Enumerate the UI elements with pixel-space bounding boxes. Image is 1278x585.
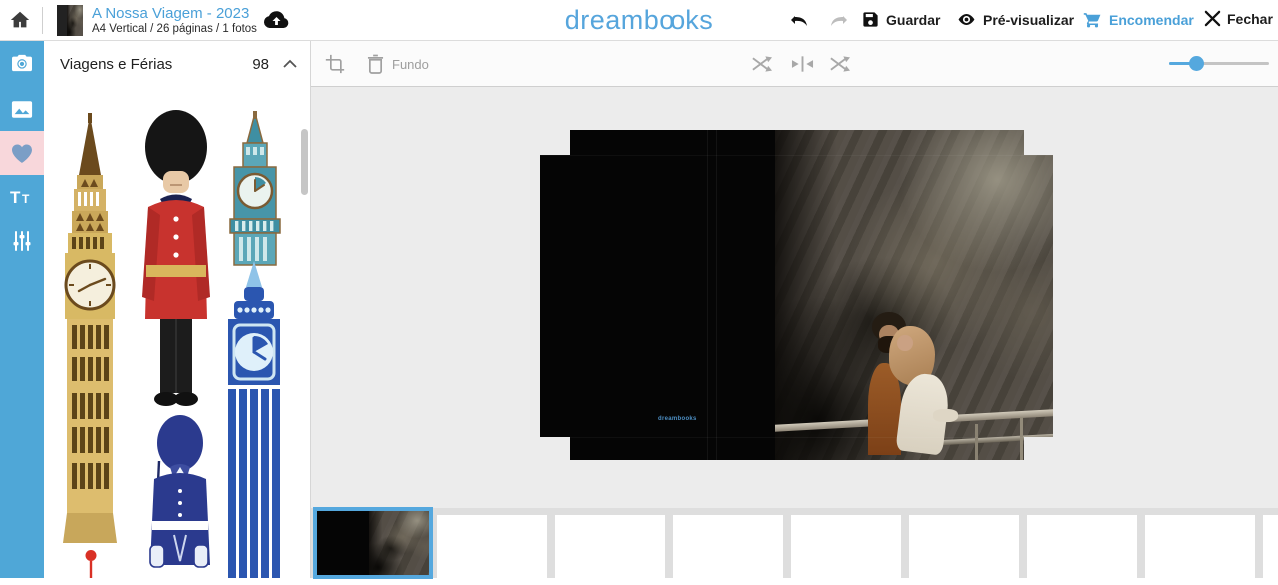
preview-button[interactable]: Pré-visualizar [956, 10, 1074, 29]
sticker-red-pin[interactable] [84, 549, 98, 578]
spine-guide [707, 130, 708, 460]
close-button[interactable]: Fechar [1204, 10, 1273, 27]
redo-button[interactable] [826, 9, 850, 31]
sticker-queens-guard-blue[interactable] [142, 415, 214, 578]
shuffle-icon [751, 54, 772, 74]
background-label: Fundo [392, 57, 429, 72]
page-thumbnail[interactable] [909, 515, 1019, 585]
editor-canvas[interactable]: dreambooks [311, 88, 1278, 508]
undo-button[interactable] [788, 9, 812, 31]
swap-horizontal-button[interactable] [791, 54, 814, 74]
eye-icon [956, 10, 977, 29]
shuffle-icon [829, 54, 850, 74]
dreambooks-editor: A Nossa Viagem - 2023 A4 Vertical / 26 p… [0, 0, 1278, 578]
sticker-clock-tower-blue[interactable] [218, 261, 290, 578]
sticker-big-ben-gold[interactable] [57, 113, 123, 549]
zoom-slider[interactable] [1169, 62, 1269, 65]
undo-icon [788, 9, 812, 31]
sidebar-item-photos[interactable] [0, 41, 44, 85]
category-header[interactable]: Viagens e Férias 98 [44, 41, 311, 89]
tools-sidebar: T T [0, 41, 44, 578]
sliders-icon [12, 230, 32, 252]
preview-label: Pré-visualizar [983, 12, 1074, 28]
trash-icon [367, 54, 384, 74]
page-thumbnail[interactable] [1027, 515, 1137, 585]
cliparts-panel: Viagens e Férias 98 [44, 41, 311, 578]
zoom-slider-thumb[interactable] [1189, 56, 1204, 71]
save-icon [861, 10, 880, 29]
cart-icon [1082, 10, 1103, 29]
page-thumbnail[interactable] [1263, 515, 1278, 585]
cover-photo[interactable] [775, 130, 1053, 460]
delete-background-button[interactable]: Fundo [367, 54, 429, 74]
category-count: 98 [252, 56, 269, 73]
svg-text:T: T [22, 192, 30, 206]
close-label: Fechar [1227, 11, 1273, 27]
page-thumbnail[interactable] [791, 515, 901, 585]
page-thumbnail[interactable] [555, 515, 665, 585]
save-button[interactable]: Guardar [861, 10, 940, 29]
text-icon: T T [9, 187, 35, 207]
save-label: Guardar [886, 12, 940, 28]
sidebar-item-cliparts[interactable] [0, 131, 44, 175]
sidebar-item-text[interactable]: T T [0, 175, 44, 219]
spine-guide [716, 130, 717, 460]
shuffle-pages-button[interactable] [829, 54, 850, 74]
page-thumbnail[interactable] [437, 515, 547, 585]
sidebar-item-backgrounds[interactable] [0, 87, 44, 131]
order-button[interactable]: Encomendar [1082, 10, 1194, 29]
page-thumbnail-cover-selected[interactable] [313, 507, 433, 579]
redo-icon [826, 9, 850, 31]
crop-button[interactable] [325, 54, 345, 74]
svg-text:T: T [10, 188, 21, 207]
book-back-logo: dreambooks [658, 416, 697, 422]
trim-guide [540, 437, 1053, 438]
swap-horizontal-icon [791, 54, 814, 74]
panel-scrollbar[interactable] [301, 129, 308, 195]
close-icon [1204, 10, 1221, 27]
crop-icon [325, 54, 345, 74]
sticker-big-ben-teal[interactable] [222, 111, 288, 267]
page-filmstrip [311, 508, 1278, 578]
app-header: A Nossa Viagem - 2023 A4 Vertical / 26 p… [0, 0, 1278, 41]
chevron-up-icon [283, 59, 297, 68]
panel-divider [310, 41, 311, 578]
sticker-queens-guard-red[interactable] [130, 107, 222, 409]
heart-icon [10, 142, 34, 164]
canvas-toolbar: Fundo [311, 41, 1278, 87]
image-icon [11, 100, 33, 119]
book-cover-spread[interactable]: dreambooks [540, 130, 1053, 460]
order-label: Encomendar [1109, 12, 1194, 28]
sidebar-item-settings[interactable] [0, 219, 44, 263]
camera-icon [11, 53, 33, 73]
trim-guide [540, 155, 1053, 156]
shuffle-button[interactable] [751, 54, 772, 74]
page-thumbnail[interactable] [673, 515, 783, 585]
category-label: Viagens e Férias [60, 56, 172, 73]
page-thumbnail[interactable] [1145, 515, 1255, 585]
